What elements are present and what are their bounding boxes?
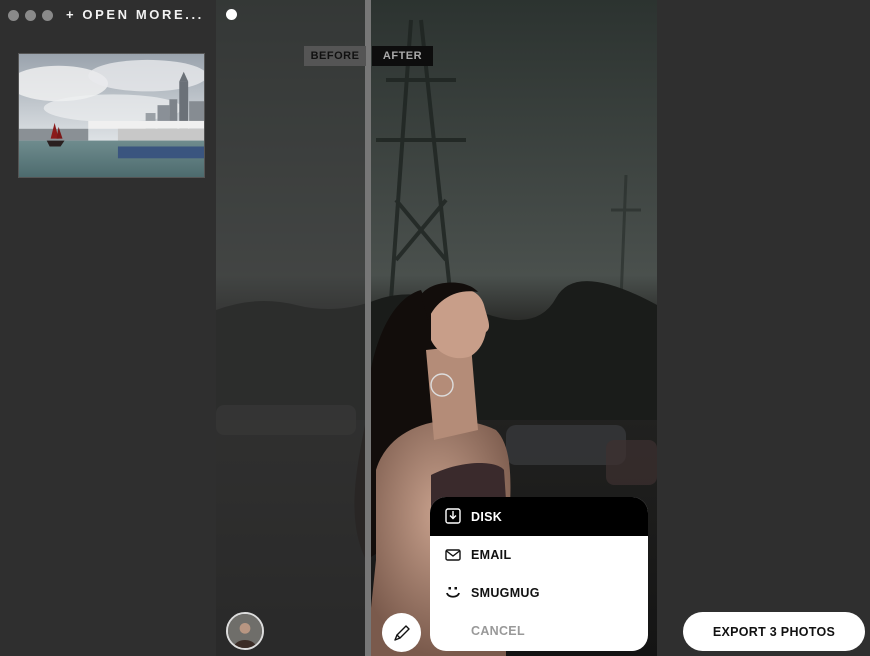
before-label: BEFORE (304, 46, 366, 66)
export-menu-item-email[interactable]: EMAIL (430, 536, 648, 574)
export-menu-item-label: CANCEL (471, 624, 525, 638)
open-more-button[interactable]: + OPEN MORE... (66, 7, 204, 22)
download-icon (445, 508, 461, 524)
before-overlay (216, 0, 366, 656)
window-controls (8, 10, 53, 21)
brush-icon (393, 624, 410, 641)
export-menu-item-smugmug[interactable]: SMUGMUG (430, 574, 648, 612)
portrait-avatar-icon (228, 614, 262, 648)
preset-avatar-button[interactable] (226, 612, 264, 650)
compare-split-handle[interactable] (365, 0, 371, 656)
export-photos-button[interactable]: EXPORT 3 PHOTOS (683, 612, 865, 651)
minimize-window-button[interactable] (25, 10, 36, 21)
export-menu-item-cancel[interactable]: CANCEL (430, 612, 648, 650)
cityscape-thumbnail-image (19, 54, 204, 177)
photo-thumbnail[interactable] (18, 53, 205, 178)
zoom-window-button[interactable] (42, 10, 53, 21)
edit-brush-button[interactable] (382, 613, 421, 652)
export-menu-item-label: DISK (471, 509, 503, 524)
smugmug-icon (446, 587, 460, 598)
after-label: AFTER (372, 46, 433, 66)
close-window-button[interactable] (8, 10, 19, 21)
status-dot (226, 9, 237, 20)
mail-icon (445, 549, 461, 561)
export-menu-item-label: SMUGMUG (471, 586, 540, 600)
export-menu: DISK EMAIL SMUGMUG CANCEL (430, 497, 648, 651)
export-menu-item-label: EMAIL (471, 548, 512, 562)
export-menu-item-disk[interactable]: DISK (430, 497, 648, 536)
